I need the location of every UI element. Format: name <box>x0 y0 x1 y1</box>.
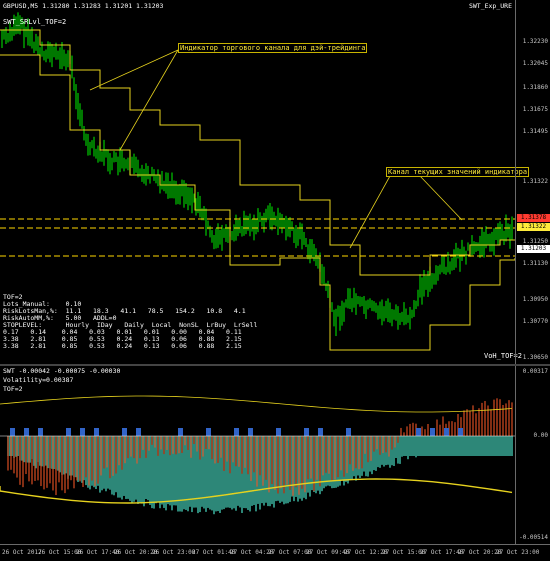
signal-marker <box>416 428 421 436</box>
price-axis[interactable]: 1.32230 1.32045 1.31860 1.31675 1.31495 … <box>515 0 550 364</box>
price-flag-level: 1.31322 <box>517 223 550 231</box>
time-tick: 27 Oct 15:00 <box>382 549 426 556</box>
price-tick: 1.31322 <box>522 178 548 185</box>
time-tick: 26 Oct 20:20 <box>114 549 158 556</box>
signal-marker <box>430 428 435 436</box>
signal-marker <box>458 428 463 436</box>
price-tick: 1.30770 <box>522 318 548 325</box>
price-tick: 1.32230 <box>522 38 548 45</box>
indicator-pane[interactable]: SWT -0.00042 -0.00075 -0.00030 Volatilit… <box>0 366 550 544</box>
time-tick: 26 Oct 17:40 <box>76 549 120 556</box>
price-tick: 1.32045 <box>522 60 548 67</box>
signal-marker <box>122 428 127 436</box>
time-axis[interactable]: 26 Oct 2017 26 Oct 15:00 26 Oct 17:40 26… <box>0 544 550 561</box>
signal-marker <box>318 428 323 436</box>
annotation-pointer <box>119 49 179 151</box>
chart-title: GBPUSD,M5 1.31280 1.31283 1.31201 1.3120… <box>3 2 164 10</box>
time-tick: 27 Oct 04:20 <box>230 549 274 556</box>
price-tick: 1.31130 <box>522 260 548 267</box>
time-tick: 27 Oct 07:00 <box>268 549 312 556</box>
price-tick: 1.31495 <box>522 128 548 135</box>
signal-marker <box>178 428 183 436</box>
indicator-tick: -0.00514 <box>519 534 548 541</box>
signal-marker <box>444 428 449 436</box>
table-row: 3.38 2.81 0.85 0.53 0.24 0.13 0.06 0.88 … <box>3 342 242 350</box>
signal-marker <box>206 428 211 436</box>
time-tick: 27 Oct 01:40 <box>192 549 236 556</box>
expert-label: SWT_Exp_URE <box>468 2 512 10</box>
signal-marker <box>24 428 29 436</box>
volatility-label: Volatility=0.00387 <box>3 376 74 384</box>
annotation-pointer <box>89 49 179 91</box>
annotation-pointer <box>419 175 463 221</box>
signal-marker <box>94 428 99 436</box>
time-tick: 27 Oct 09:40 <box>306 549 350 556</box>
indicator-tick: 0.00317 <box>522 368 548 375</box>
price-flag-bid: 1.31203 <box>517 245 550 253</box>
signal-marker <box>346 428 351 436</box>
main-chart-pane[interactable]: GBPUSD,M5 1.31280 1.31283 1.31201 1.3120… <box>0 0 550 364</box>
annotation-channel-indicator: Индикатор торгового канала для дэй-трейд… <box>178 43 368 53</box>
indicator-label: SWT_SRLvl_TOF=2 <box>3 18 67 26</box>
time-tick: 26 Oct 15:00 <box>38 549 82 556</box>
signal-marker <box>80 428 85 436</box>
signal-marker <box>136 428 141 436</box>
stats-table: TOF=2 Lots_Manual: 0.10 RiskLotsMan,%: 1… <box>3 294 257 350</box>
channel-upper-line <box>0 29 515 276</box>
upper-envelope <box>0 395 513 413</box>
price-tick: 1.31860 <box>522 84 548 91</box>
signal-marker <box>234 428 239 436</box>
signal-marker <box>276 428 281 436</box>
signal-marker <box>66 428 71 436</box>
signal-marker <box>10 428 15 436</box>
signal-marker <box>248 428 253 436</box>
time-tick: 27 Oct 23:00 <box>496 549 540 556</box>
price-tick: 1.30950 <box>522 296 548 303</box>
indicator-tick: 0.00 <box>533 432 548 439</box>
time-tick: 27 Oct 20:20 <box>458 549 502 556</box>
price-tick: 1.30650 <box>522 354 548 361</box>
swt-indicator-chart <box>0 395 516 515</box>
price-tick: 1.31675 <box>522 106 548 113</box>
time-tick: 26 Oct 2017 <box>2 549 42 556</box>
annotation-pointer <box>349 175 391 249</box>
price-flag-high: 1.31378 <box>517 214 550 222</box>
price-tick: 1.31250 <box>522 238 548 245</box>
time-tick: 27 Oct 17:40 <box>420 549 464 556</box>
time-tick: 27 Oct 12:20 <box>344 549 388 556</box>
tof-label: TOF=2 <box>3 385 23 393</box>
signal-marker <box>38 428 43 436</box>
time-tick: 26 Oct 23:00 <box>152 549 196 556</box>
annotation-current-channel: Канал текущих значений индикатора <box>386 167 530 177</box>
signal-marker <box>304 428 309 436</box>
swt-title: SWT -0.00042 -0.00075 -0.00030 <box>3 367 121 375</box>
indicator-axis[interactable]: 0.00317 0.00 -0.00514 <box>515 366 550 544</box>
